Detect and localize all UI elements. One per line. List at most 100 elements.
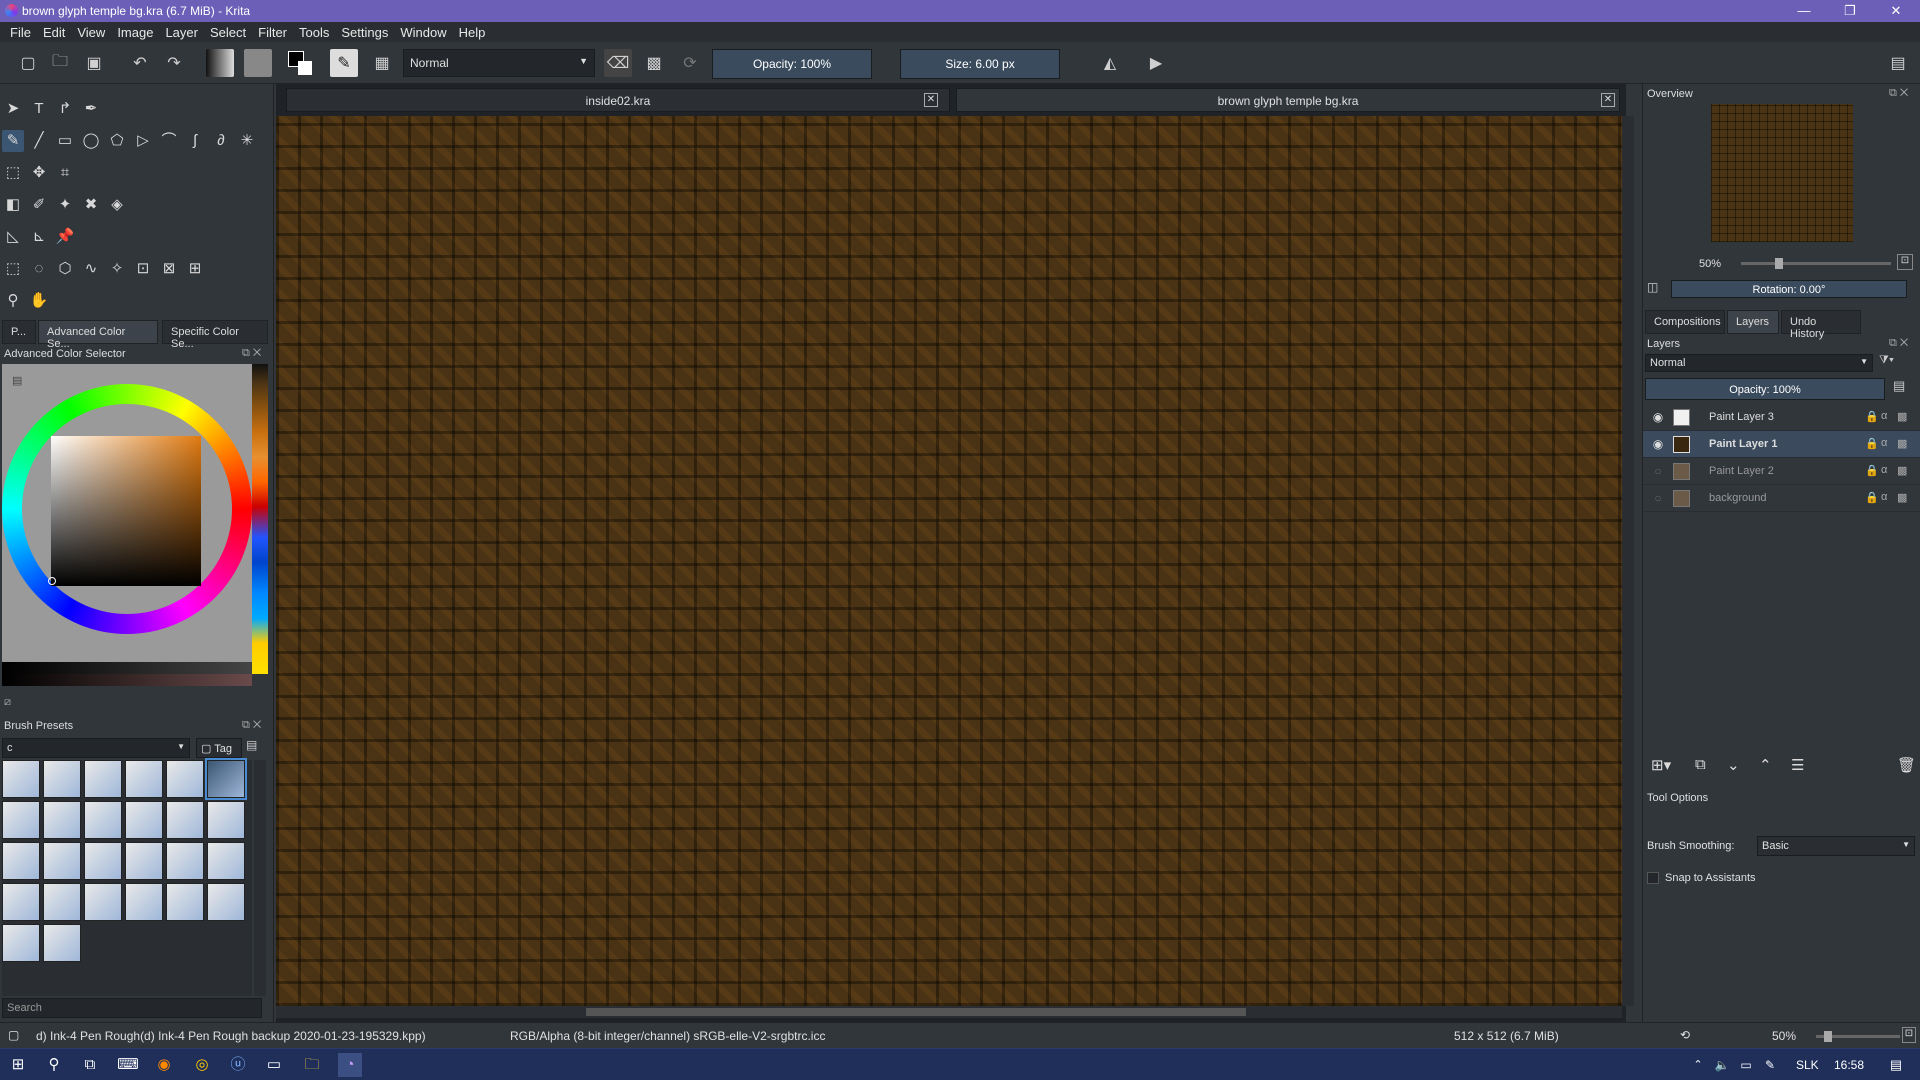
pan-tool-icon[interactable]: ✋ — [28, 290, 50, 312]
overview-float-close[interactable]: ⧉ ✕ — [1889, 87, 1908, 100]
inherit-alpha-icon[interactable]: ▩ — [1897, 464, 1907, 477]
magnetic-select-icon[interactable]: ⊞ — [184, 258, 206, 280]
brush-preset-item[interactable] — [2, 883, 40, 921]
freehand-path-icon[interactable]: ʃ — [184, 130, 206, 152]
line-tool-icon[interactable]: ╱ — [28, 130, 50, 152]
brush-preset-item[interactable] — [166, 842, 204, 880]
minimize-button[interactable]: — — [1788, 2, 1820, 20]
brush-preset-icon[interactable]: ✎ — [330, 49, 358, 77]
bezier-tool-icon[interactable]: ⌒ — [158, 130, 180, 152]
mirror-vertical-icon[interactable]: ▶ — [1142, 49, 1170, 77]
polygon-select-icon[interactable]: ⬡ — [54, 258, 76, 280]
polygon-tool-icon[interactable]: ⬠ — [106, 130, 128, 152]
mirror-view-icon[interactable]: ◫ — [1647, 280, 1665, 298]
clock[interactable]: 16:58 — [1834, 1058, 1864, 1072]
scrollbar-thumb[interactable] — [586, 1008, 1246, 1016]
alpha-lock-icon[interactable]: α — [1881, 437, 1887, 449]
calligraphy-icon[interactable]: ✒ — [80, 98, 102, 120]
zoom-fit-icon[interactable]: ⊡ — [1902, 1027, 1916, 1043]
visibility-eye-icon[interactable]: ◉ — [1651, 410, 1665, 424]
tray-chevron-icon[interactable]: ⌃ — [1686, 1053, 1710, 1077]
redo-icon[interactable]: ↷ — [160, 49, 188, 77]
brush-preset-item[interactable] — [166, 801, 204, 839]
reload-preset-icon[interactable]: ⟳ — [676, 49, 704, 77]
similar-select-icon[interactable]: ⊡ — [132, 258, 154, 280]
volume-icon[interactable]: 🔈 — [1710, 1053, 1734, 1077]
brush-preset-item[interactable] — [2, 842, 40, 880]
lock-icon[interactable]: 🔒 — [1865, 410, 1879, 423]
inherit-alpha-icon[interactable]: ▩ — [1897, 491, 1907, 504]
preserve-alpha-icon[interactable]: ▩ — [640, 49, 668, 77]
brush-preset-item[interactable] — [125, 842, 163, 880]
tab-specific-color-selector[interactable]: Specific Color Se... — [162, 320, 268, 350]
battery-icon[interactable]: ▭ — [1734, 1053, 1758, 1077]
color-picker-icon[interactable]: ✐ — [28, 194, 50, 216]
brush-preset-item[interactable] — [2, 924, 40, 962]
brush-preset-item[interactable] — [43, 801, 81, 839]
move-layer-down-icon[interactable]: ⌄ — [1727, 756, 1740, 774]
menu-settings[interactable]: Settings — [335, 22, 394, 40]
close-tab-icon[interactable]: ✕ — [1601, 93, 1615, 107]
brush-preset-item[interactable] — [43, 842, 81, 880]
keyboard-icon[interactable]: ⌨ — [116, 1053, 140, 1077]
layer-opacity-slider[interactable]: Opacity: 100% — [1645, 378, 1885, 400]
brush-presets-view-icon[interactable]: ▤ — [246, 738, 266, 758]
text-tool-icon[interactable]: T — [28, 98, 50, 120]
menu-view[interactable]: View — [71, 22, 111, 40]
brush-preset-item[interactable] — [125, 801, 163, 839]
float-close-icons[interactable]: ⧉ ✕ — [242, 347, 261, 360]
brush-preset-item[interactable] — [84, 801, 122, 839]
pen-icon[interactable]: ✎ — [1758, 1053, 1782, 1077]
pattern-swatch[interactable] — [244, 49, 272, 77]
layer-row[interactable]: ○ background 🔒 α ▩ — [1643, 485, 1920, 512]
brush-preset-item[interactable] — [84, 883, 122, 921]
lock-icon[interactable]: 🔒 — [1865, 491, 1879, 504]
shade-bar-1[interactable] — [2, 662, 252, 674]
blend-mode-select[interactable]: Normal ▼ — [403, 49, 595, 77]
app-window-icon[interactable]: ▭ — [262, 1053, 286, 1077]
menu-window[interactable]: Window — [394, 22, 452, 40]
polyline-tool-icon[interactable]: ▷ — [132, 130, 154, 152]
windows-start-icon[interactable]: ⊞ — [6, 1053, 30, 1077]
move-tool-icon[interactable]: ✥ — [28, 162, 50, 184]
layer-properties-button-icon[interactable]: ☰ — [1791, 756, 1804, 774]
crop-tool-icon[interactable]: ⌗ — [54, 162, 76, 184]
close-window-button[interactable]: ✕ — [1880, 2, 1912, 20]
duplicate-layer-icon[interactable]: ⧉ — [1695, 756, 1706, 773]
tab-undo-history[interactable]: Undo History — [1781, 310, 1861, 340]
visibility-off-icon[interactable]: ○ — [1651, 491, 1665, 505]
ellipse-tool-icon[interactable]: ◯ — [80, 130, 102, 152]
file-explorer-icon[interactable]: 🗀 — [300, 1053, 324, 1077]
inherit-alpha-icon[interactable]: ▩ — [1897, 410, 1907, 423]
dynamic-brush-icon[interactable]: ∂ — [210, 130, 232, 152]
visibility-off-icon[interactable]: ○ — [1651, 464, 1665, 478]
alpha-lock-icon[interactable]: α — [1881, 410, 1887, 422]
brush-presets-float-close[interactable]: ⧉ ✕ — [242, 719, 261, 732]
brush-preset-item[interactable] — [43, 760, 81, 798]
new-document-icon[interactable]: ▢ — [14, 49, 42, 77]
colorize-mask-icon[interactable]: ✖ — [80, 194, 102, 216]
snap-to-assistants-checkbox[interactable] — [1647, 872, 1659, 884]
menu-edit[interactable]: Edit — [37, 22, 71, 40]
zoom-fit-icon[interactable]: ⊡ — [1897, 254, 1913, 270]
layer-row[interactable]: ○ Paint Layer 2 🔒 α ▩ — [1643, 458, 1920, 485]
tab-palette[interactable]: P... — [2, 320, 36, 344]
tag-button[interactable]: ▢ Tag — [196, 738, 242, 758]
color-history-strip[interactable] — [252, 364, 268, 674]
zoom-tool-icon[interactable]: ⚲ — [2, 290, 24, 312]
brush-preset-item[interactable] — [2, 760, 40, 798]
firefox-icon[interactable]: ◉ — [152, 1053, 176, 1077]
saturation-value-square[interactable] — [51, 436, 201, 586]
menu-tools[interactable]: Tools — [293, 22, 335, 40]
slider-handle[interactable] — [1824, 1031, 1832, 1042]
edit-shapes-icon[interactable]: ↱ — [54, 98, 76, 120]
brush-preset-item[interactable] — [2, 801, 40, 839]
move-layer-up-icon[interactable]: ⌃ — [1759, 756, 1772, 774]
workspace-chooser-icon[interactable]: ▤ — [1884, 49, 1912, 77]
brush-preset-item[interactable] — [207, 801, 245, 839]
eraser-mode-icon[interactable]: ⌫ — [604, 49, 632, 77]
slider-handle[interactable] — [1775, 258, 1783, 269]
close-tab-icon[interactable]: ✕ — [924, 93, 938, 107]
canvas-vertical-scrollbar[interactable] — [1622, 116, 1634, 1006]
overview-thumbnail[interactable] — [1711, 104, 1853, 242]
